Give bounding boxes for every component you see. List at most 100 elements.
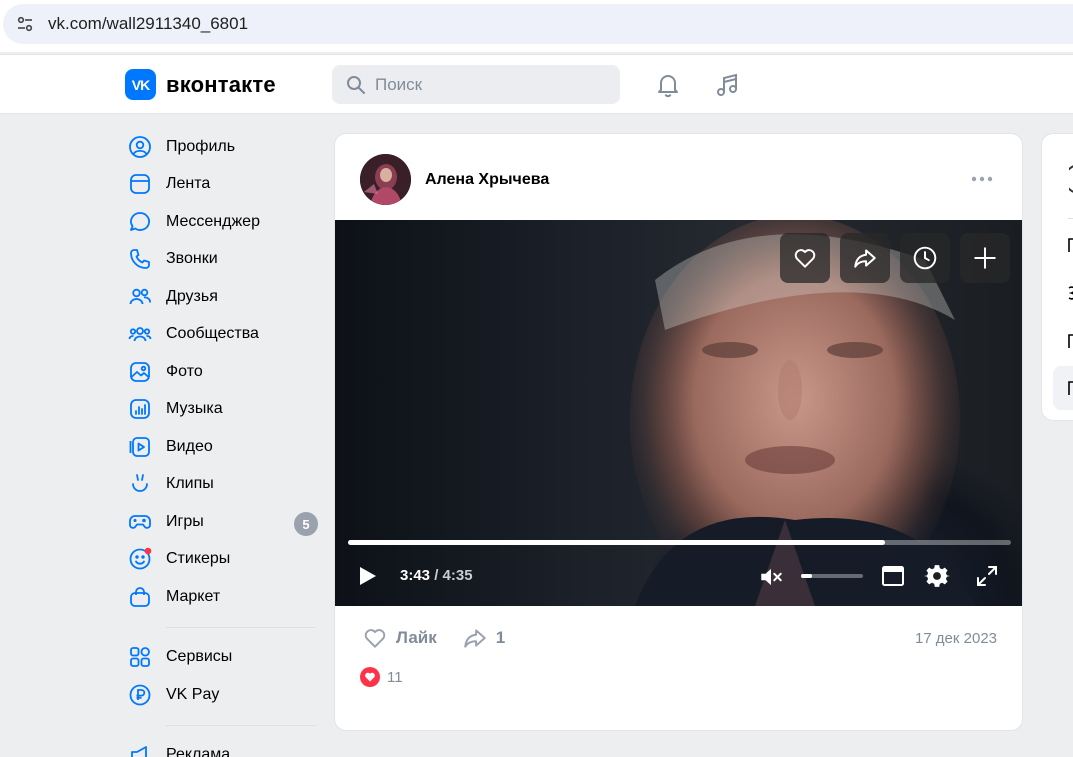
likes-summary[interactable]: 11 [360, 667, 403, 687]
search-box[interactable] [332, 65, 620, 104]
nav-item-clips[interactable]: Клипы [126, 466, 322, 504]
vk-logo[interactable]: VK вконтакте [125, 69, 276, 100]
nav-item-label: Музыка [166, 400, 223, 418]
vkpay-icon [127, 682, 153, 708]
nav-item-label: Стикеры [166, 550, 231, 568]
video-share-button[interactable] [840, 233, 890, 283]
video-progress-bar[interactable] [348, 540, 1011, 545]
heart-filled-icon [360, 667, 380, 687]
wall-post: Алена Хрычева 3:43 / 4:35 Лайк 1 17 дек … [334, 133, 1023, 731]
video-duration: 4:35 [442, 567, 473, 584]
messenger-icon [127, 209, 153, 235]
nav-item-friends[interactable]: Друзья [126, 278, 322, 316]
clock-icon [913, 246, 937, 270]
nav-item-video[interactable]: Видео [126, 428, 322, 466]
volume-fill [801, 574, 813, 578]
nav-item-label: Клипы [166, 475, 214, 493]
site-info-icon[interactable] [5, 4, 45, 44]
notifications-bell-icon[interactable] [653, 70, 683, 100]
nav-item-messenger[interactable]: Мессенджер [126, 203, 322, 241]
partial-avatar-icon [1069, 165, 1073, 193]
post-author-name[interactable]: Алена Хрычева [425, 171, 549, 189]
site-header: VK вконтакте [0, 54, 1073, 114]
nav-item-label: Звонки [166, 250, 218, 268]
add-to-playlist-button[interactable] [960, 233, 1010, 283]
phone-icon [127, 246, 153, 272]
nav-item-photo[interactable]: Фото [126, 353, 322, 391]
nav-item-music[interactable]: Музыка [126, 391, 322, 429]
like-label: Лайк [396, 628, 437, 647]
photo-icon [127, 359, 153, 385]
stickers-icon [127, 546, 153, 572]
likes-count: 11 [387, 668, 403, 686]
search-input[interactable] [375, 74, 615, 95]
share-arrow-icon [854, 249, 876, 268]
browser-toolbar: vk.com/wall2911340_6801 [0, 0, 1073, 52]
nav-item-stickers[interactable]: Стикеры [126, 541, 322, 579]
share-arrow-icon [464, 629, 486, 648]
nav-item-label: Игры [166, 512, 204, 530]
nav-item-label: Сервисы [166, 648, 233, 666]
right-card-item-glyph[interactable] [1068, 381, 1073, 395]
search-icon [347, 75, 365, 94]
clips-icon [127, 471, 153, 497]
communities-icon [127, 321, 153, 347]
plus-icon [974, 247, 996, 269]
nav-item-feed[interactable]: Лента [126, 166, 322, 204]
services-icon [127, 644, 153, 670]
fullscreen-icon[interactable] [974, 563, 1000, 589]
right-card-item-glyph[interactable] [1068, 286, 1073, 300]
share-count: 1 [495, 628, 506, 647]
post-actions: Лайк 1 [361, 624, 505, 652]
video-time: 3:43 / 4:35 [400, 567, 473, 584]
nav-item-market[interactable]: Маркет [126, 578, 322, 616]
share-button[interactable]: 1 [461, 625, 505, 651]
nav-item-label: Сообщества [166, 325, 259, 343]
nav-item-services[interactable]: Сервисы [126, 639, 322, 677]
play-icon[interactable] [355, 564, 379, 588]
nav-divider [166, 724, 316, 726]
profile-icon [127, 134, 153, 160]
nav-item-label: VK Pay [166, 685, 220, 703]
author-avatar[interactable] [360, 154, 411, 205]
post-date[interactable]: 17 дек 2023 [915, 630, 997, 647]
video-like-button[interactable] [780, 233, 830, 283]
friends-icon [127, 284, 153, 310]
nav-item-label: Маркет [166, 587, 221, 605]
games-icon [127, 509, 153, 535]
games-count-badge: 5 [294, 512, 318, 536]
nav-item-calls[interactable]: Звонки [126, 241, 322, 279]
nav-item-label: Друзья [166, 287, 218, 305]
nav-item-label: Фото [166, 362, 203, 380]
nav-item-vkpay[interactable]: VK Pay [126, 676, 322, 714]
volume-muted-icon[interactable] [758, 564, 784, 590]
nav-item-label: Реклама [166, 746, 231, 757]
url-text[interactable]: vk.com/wall2911340_6801 [48, 14, 248, 34]
video-time-separator: / [430, 567, 443, 584]
nav-item-communities[interactable]: Сообщества [126, 316, 322, 354]
video-icon [127, 434, 153, 460]
megaphone-icon [127, 742, 153, 757]
watch-later-button[interactable] [900, 233, 950, 283]
right-card-item-glyph[interactable] [1068, 238, 1073, 252]
mini-player-icon[interactable] [880, 563, 906, 589]
like-button[interactable]: Лайк [361, 625, 437, 651]
video-current-time: 3:43 [400, 567, 431, 584]
settings-gear-icon[interactable] [924, 563, 950, 589]
nav-item-profile[interactable]: Профиль [126, 128, 322, 166]
left-nav: Профиль Лента Мессенджер Звонки Друзья С… [126, 128, 322, 757]
more-options-icon[interactable] [969, 170, 995, 188]
nav-item-label: Видео [166, 437, 213, 455]
nav-item-label: Лента [166, 175, 211, 193]
right-card-divider [1068, 218, 1073, 219]
address-bar[interactable]: vk.com/wall2911340_6801 [3, 4, 1073, 44]
nav-item-ads[interactable]: Реклама [126, 737, 322, 757]
right-card-item-glyph[interactable] [1068, 334, 1073, 348]
right-filter-card [1041, 133, 1073, 421]
market-icon [127, 584, 153, 610]
music-icon [127, 396, 153, 422]
video-player[interactable]: 3:43 / 4:35 [335, 220, 1022, 606]
music-note-icon[interactable] [712, 70, 742, 100]
volume-slider[interactable] [801, 574, 863, 578]
nav-item-games[interactable]: Игры 5 [126, 503, 322, 541]
